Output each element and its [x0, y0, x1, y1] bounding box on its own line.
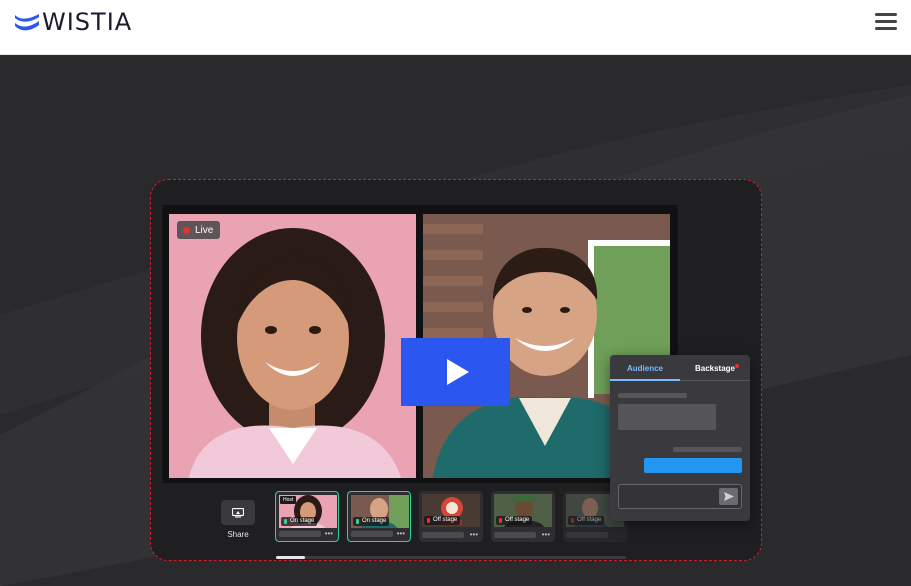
share-screen-button[interactable] — [221, 500, 255, 525]
live-label: Live — [195, 224, 214, 236]
brand-name: WISTIA — [42, 8, 133, 36]
woman-portrait-image — [169, 214, 416, 478]
outgoing-message-bubble — [644, 458, 742, 473]
stage-status-tag: Off stage — [496, 516, 533, 525]
tab-audience[interactable]: Audience — [610, 355, 680, 381]
play-icon — [446, 359, 469, 385]
chat-tabs: Audience Backstage — [610, 355, 750, 381]
stage-status-tag: On stage — [281, 517, 318, 526]
more-options-icon[interactable]: ••• — [470, 531, 478, 539]
mic-icon — [284, 519, 287, 524]
share-label: Share — [227, 530, 249, 539]
participant-thumb-4[interactable]: Off stage ••• — [491, 491, 555, 542]
message-author-placeholder — [618, 393, 687, 398]
host-tag: Host — [280, 496, 297, 504]
mic-muted-icon — [427, 518, 430, 523]
name-placeholder-bar — [566, 532, 608, 538]
mic-icon — [356, 519, 359, 524]
name-placeholder-bar — [494, 532, 536, 538]
stage-status-tag: On stage — [353, 517, 390, 526]
send-icon — [723, 492, 734, 501]
more-options-icon[interactable]: ••• — [325, 530, 333, 538]
stage-status-tag: Off stage — [424, 516, 461, 525]
mic-muted-icon — [571, 518, 574, 523]
live-indicator-icon — [183, 226, 190, 234]
incoming-message-bubble — [618, 404, 716, 430]
mic-muted-icon — [499, 518, 502, 523]
thumbnail-scroll-thumb[interactable] — [276, 556, 305, 559]
participant-video-host — [169, 214, 416, 478]
tab-backstage[interactable]: Backstage — [680, 355, 750, 381]
message-author-placeholder — [673, 447, 742, 452]
more-options-icon[interactable]: ••• — [397, 530, 405, 538]
name-placeholder-bar — [279, 531, 321, 537]
wistia-logo-icon — [15, 14, 39, 31]
thumbnail-scroll-track[interactable] — [276, 556, 626, 559]
stage-status-tag: Off stage — [568, 516, 605, 525]
name-placeholder-bar — [422, 532, 464, 538]
name-placeholder-bar — [351, 531, 393, 537]
more-options-icon[interactable]: ••• — [542, 531, 550, 539]
participant-thumb-3[interactable]: Off stage ••• — [419, 491, 483, 542]
send-button[interactable] — [719, 488, 738, 505]
play-button[interactable] — [401, 338, 510, 406]
participant-thumb-2[interactable]: On stage ••• — [347, 491, 411, 542]
live-badge: Live — [177, 221, 221, 239]
hamburger-menu-icon — [875, 13, 897, 16]
backstage-notification-dot — [735, 364, 739, 368]
screen-share-icon — [232, 507, 244, 517]
site-header: WISTIA — [0, 0, 911, 55]
wistia-logo[interactable]: WISTIA — [14, 8, 133, 36]
participant-thumb-1[interactable]: Host On stage ••• — [275, 491, 339, 542]
hamburger-menu-button[interactable] — [875, 13, 897, 31]
